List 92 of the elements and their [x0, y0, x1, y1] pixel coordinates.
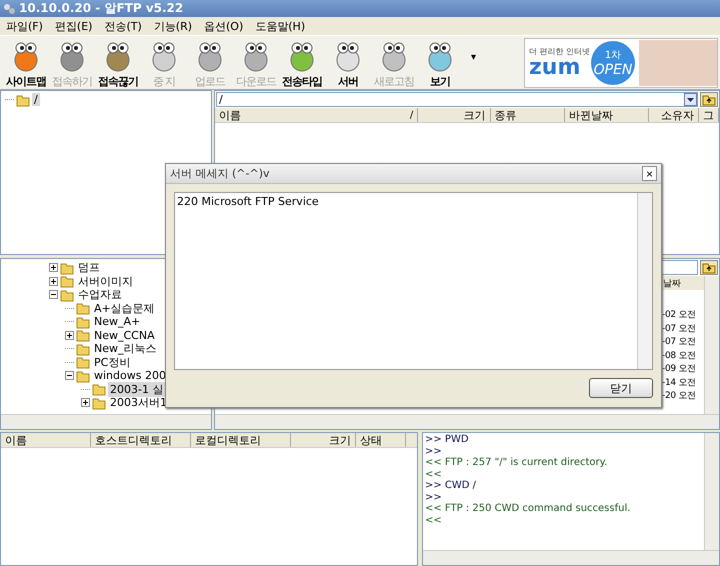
log-line: >> PWD: [425, 434, 470, 446]
log-line: >>: [425, 492, 443, 503]
folder-item[interactable]: 2003-1 실: [108, 382, 166, 397]
folder-icon: [76, 301, 90, 316]
scrollbar[interactable]: [704, 433, 719, 550]
log-line: << FTP : 250 CWD command successful.: [425, 503, 632, 514]
folder-item[interactable]: 덤프: [76, 260, 102, 276]
window-title: 10.10.0.20 - 알FTP v5.22: [19, 0, 184, 17]
column-header[interactable]: 상태: [356, 433, 406, 447]
folder-icon: [60, 274, 74, 288]
folder-up-icon: [702, 262, 716, 274]
scrollbar[interactable]: [1, 414, 211, 429]
table-cell: -07 오전: [662, 324, 696, 334]
table-cell: -20 오전: [662, 391, 696, 401]
table-cell: -14 오전: [662, 378, 696, 388]
log-line: >>: [425, 446, 443, 457]
folder-icon: [92, 382, 106, 396]
folder-item[interactable]: New_리눅스: [92, 341, 158, 356]
folder-item[interactable]: A+실습문제: [92, 300, 157, 316]
column-header[interactable]: 소유자: [649, 108, 699, 122]
folder-icon: [76, 328, 90, 342]
table-cell: -08 오전: [662, 350, 696, 360]
toolbar-button[interactable]: 접속끊기: [95, 36, 141, 88]
folder-item[interactable]: PC정비: [92, 354, 132, 370]
table-cell: -07 오전: [662, 337, 696, 347]
app-icon: [3, 2, 15, 14]
dropdown-icon: [684, 93, 697, 106]
column-header[interactable]: 크기: [291, 433, 356, 447]
menu-item[interactable]: 전송(T): [104, 18, 142, 34]
collapse-icon: [65, 371, 74, 380]
folder-icon: [60, 288, 74, 302]
table-cell: -02 오전: [662, 310, 696, 320]
column-header[interactable]: 이름 /: [215, 108, 418, 122]
folder-icon: [16, 92, 30, 107]
sort-indicator: /: [410, 110, 414, 120]
log-line: <<: [425, 514, 443, 526]
toolbar-button[interactable]: 보기: [417, 36, 463, 88]
badge-label: OPEN: [594, 62, 632, 76]
log-line: >> CWD /: [425, 480, 478, 492]
up-folder-button[interactable]: [700, 260, 718, 275]
ad-logo: zum: [529, 57, 580, 79]
toolbar-button[interactable]: 서버: [325, 36, 371, 88]
folder-icon: [76, 368, 90, 383]
badge-label: 1차: [604, 48, 622, 62]
folder-icon: [60, 260, 74, 275]
expand-icon: [49, 263, 58, 272]
menu-item[interactable]: 도움말(H): [255, 18, 306, 34]
message-box[interactable]: 220 Microsoft FTP Service: [174, 192, 653, 370]
dialog-title: 서버 메세지 (^-^)v: [170, 166, 270, 181]
menu-item[interactable]: 편집(E): [54, 18, 92, 34]
folder-up-icon: [702, 94, 716, 106]
folder-item[interactable]: New_CCNA: [92, 328, 157, 342]
folder-item[interactable]: 수업자료: [76, 287, 124, 302]
folder-item[interactable]: /: [32, 93, 40, 106]
path-field[interactable]: /: [216, 92, 698, 107]
folder-icon: [92, 396, 106, 410]
menu-item[interactable]: 기능(R): [154, 18, 192, 34]
scrollbar[interactable]: [215, 414, 719, 429]
column-header[interactable]: 로컬디렉토리: [191, 433, 291, 447]
expand-icon: [49, 276, 58, 286]
scrollbar[interactable]: [637, 193, 652, 369]
column-header[interactable]: 호스트디렉토리: [91, 433, 191, 447]
column-header[interactable]: 이름: [1, 433, 91, 447]
folder-item[interactable]: 서버이미지: [76, 274, 135, 289]
menu-item[interactable]: 파일(F): [6, 18, 43, 34]
folder-icon: [76, 355, 90, 370]
table-cell: -09 오전: [662, 364, 696, 374]
column-header[interactable]: 크기: [418, 108, 491, 122]
folder-icon: [76, 342, 90, 356]
column-header[interactable]: 그: [699, 108, 719, 122]
folder-item[interactable]: New_A+: [92, 315, 142, 328]
expand-icon: [65, 330, 74, 340]
expand-icon: [81, 398, 90, 408]
close-button[interactable]: ×: [642, 166, 657, 181]
log-line: <<: [425, 468, 443, 480]
scrollbar[interactable]: [704, 276, 719, 414]
more-button[interactable]: ▾: [471, 52, 476, 63]
toolbar-button[interactable]: 사이트맵: [3, 36, 49, 88]
close-button[interactable]: 닫기: [589, 378, 653, 398]
folder-item[interactable]: windows 200: [92, 369, 168, 382]
column-header[interactable]: 날짜: [662, 276, 704, 290]
collapse-icon: [49, 290, 58, 300]
scrollbar[interactable]: [423, 550, 719, 565]
log-line: << FTP : 257 "/" is current directory.: [425, 457, 608, 468]
folder-icon: [76, 314, 90, 329]
column-header[interactable]: 종류: [490, 108, 566, 122]
menu-item[interactable]: 옵션(O): [204, 18, 244, 34]
toolbar-button[interactable]: 전송타입: [279, 36, 325, 88]
up-folder-button[interactable]: [700, 92, 718, 107]
ad-tagline: 더 편리한 인터넷: [529, 46, 591, 57]
folder-item[interactable]: 2003서버1: [108, 395, 169, 410]
column-header[interactable]: 바뀐날짜: [565, 108, 650, 122]
